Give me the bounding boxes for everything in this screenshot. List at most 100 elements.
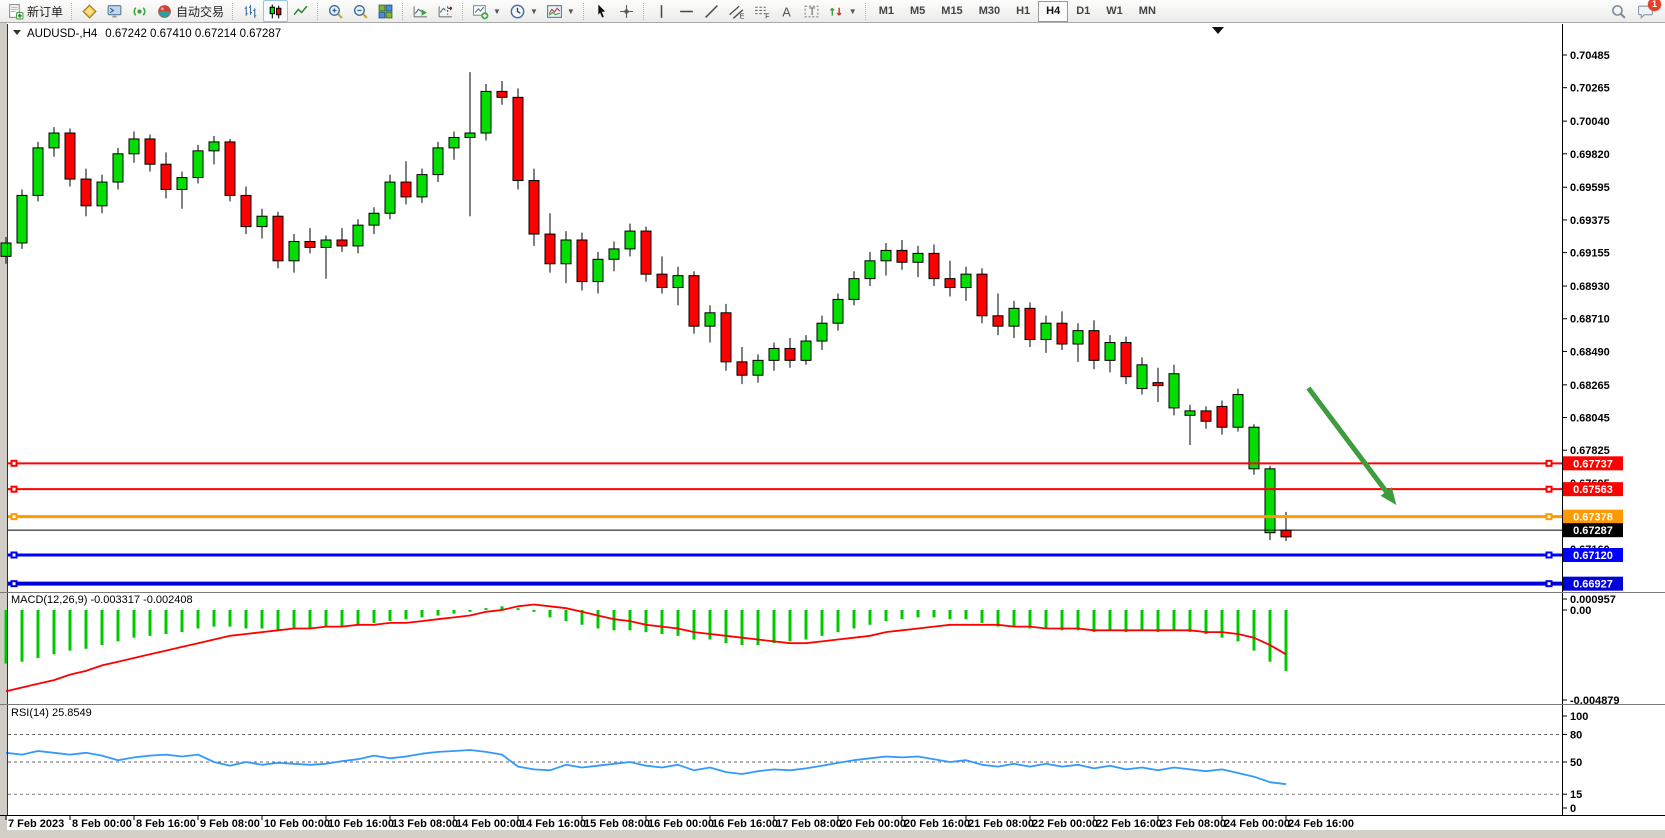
candle-up (321, 240, 331, 247)
candle-up (1233, 395, 1243, 428)
candle-down (945, 279, 955, 288)
macd-histogram-bar (1013, 610, 1016, 627)
tf-m15-button[interactable]: M15 (933, 1, 970, 22)
cursor-tool-button[interactable] (589, 0, 614, 22)
rsi-axis-label: 0 (1570, 803, 1576, 815)
tf-m5-button[interactable]: M5 (902, 1, 933, 22)
new-order-button[interactable]: 新订单 (3, 0, 67, 22)
macd-histogram-bar (309, 610, 312, 628)
rsi-axis-label: 50 (1570, 757, 1582, 769)
candle-down (1025, 308, 1035, 339)
tf-h1-button[interactable]: H1 (1008, 1, 1038, 22)
toolbar-right: 1 (1610, 3, 1662, 20)
macd-histogram-bar (709, 610, 712, 640)
candle-down (305, 241, 315, 247)
candle-down (977, 274, 987, 316)
crosshair-tool-button[interactable] (614, 0, 639, 22)
text-glyph: A (782, 4, 791, 19)
macd-histogram-bar (1157, 610, 1160, 632)
candle-down (1281, 530, 1291, 537)
price-badge-label: 0.67378 (1573, 512, 1613, 524)
tf-d1-button[interactable]: D1 (1068, 1, 1098, 22)
tile-windows-button[interactable] (373, 0, 398, 22)
candle-up (849, 279, 859, 300)
tf-m1-button[interactable]: M1 (871, 1, 902, 22)
text-tool-button[interactable]: A (774, 0, 799, 22)
candle-up (193, 151, 203, 178)
new-chart-button[interactable]: ▼ (468, 0, 505, 22)
price-axis-label: 0.69820 (1570, 149, 1610, 161)
tf-h4-button[interactable]: H4 (1038, 1, 1068, 22)
timeframe-group: M1 M5 M15 M30 H1 H4 D1 W1 MN (871, 1, 1164, 22)
macd-histogram-bar (373, 610, 376, 623)
candle-up (1169, 374, 1179, 408)
candle-chart-mode-button[interactable] (263, 0, 288, 22)
macd-histogram-bar (933, 610, 936, 617)
fibo-glyph: F (765, 13, 769, 20)
chat-button[interactable]: 1 (1637, 3, 1654, 20)
zoom-out-button[interactable] (348, 0, 373, 22)
candle-up (353, 225, 363, 246)
market-watch-button[interactable] (77, 0, 102, 22)
terminal-button[interactable] (102, 0, 127, 22)
chart-shift-button[interactable] (433, 0, 458, 22)
macd-histogram-bar (53, 610, 56, 654)
bar-chart-mode-button[interactable] (238, 0, 263, 22)
search-icon[interactable] (1610, 3, 1627, 20)
toolbar-separator (462, 3, 464, 20)
chevron-down-icon: ▼ (849, 7, 857, 16)
candle-up (113, 154, 123, 182)
candle-down (161, 164, 171, 189)
macd-histogram-bar (421, 610, 424, 617)
auto-scroll-button[interactable] (408, 0, 433, 22)
candle-up (177, 178, 187, 190)
macd-histogram-bar (133, 610, 136, 638)
chart-shift-icon (437, 3, 454, 20)
macd-histogram-bar (725, 610, 728, 643)
time-axis-label: 9 Feb 08:00 (200, 818, 260, 830)
macd-histogram-bar (181, 610, 184, 632)
macd-axis-label: -0.004879 (1570, 695, 1620, 707)
zoom-in-button[interactable] (323, 0, 348, 22)
macd-histogram-bar (1269, 610, 1272, 662)
text-label-icon: T (803, 3, 820, 20)
candle-down (1089, 331, 1099, 361)
text-label-tool-button[interactable]: T (799, 0, 824, 22)
candle-up (961, 274, 971, 287)
tf-m30-button[interactable]: M30 (971, 1, 1008, 22)
tf-mn-button[interactable]: MN (1131, 1, 1164, 22)
periods-button[interactable]: ▼ (505, 0, 542, 22)
fibonacci-tool-button[interactable]: F (749, 0, 774, 22)
macd-histogram-bar (869, 610, 872, 625)
signals-button[interactable] (127, 0, 152, 22)
macd-histogram-bar (517, 608, 520, 610)
macd-histogram-bar (773, 610, 776, 643)
horizontal-line-tool-button[interactable] (674, 0, 699, 22)
vertical-line-tool-button[interactable] (649, 0, 674, 22)
candle-down (1057, 323, 1067, 344)
arrows-tool-button[interactable]: ▼ (824, 0, 861, 22)
time-axis-label: 23 Feb 08:00 (1160, 818, 1226, 830)
macd-histogram-bar (1061, 610, 1064, 630)
candle-up (257, 216, 267, 226)
macd-histogram-bar (1253, 610, 1256, 651)
candle-down (497, 91, 507, 97)
tf-w1-button[interactable]: W1 (1098, 1, 1131, 22)
candle-up (465, 133, 475, 137)
rsi-axis-label: 100 (1570, 711, 1588, 723)
autotrading-button[interactable]: 自动交易 (152, 0, 228, 22)
time-axis-label: 16 Feb 00:00 (648, 818, 714, 830)
toolbar: 新订单 (0, 0, 1665, 23)
candle-up (881, 250, 891, 260)
tile-windows-icon (377, 3, 394, 20)
templates-button[interactable]: ▼ (542, 0, 579, 22)
price-badge-label: 0.67120 (1573, 550, 1613, 562)
macd-histogram-bar (789, 610, 792, 641)
line-chart-mode-button[interactable] (288, 0, 313, 22)
macd-histogram-bar (85, 610, 88, 649)
macd-histogram-bar (1141, 610, 1144, 630)
time-axis-label: 14 Feb 16:00 (520, 818, 586, 830)
equidistant-channel-tool-button[interactable]: E (724, 0, 749, 22)
trendline-tool-button[interactable] (699, 0, 724, 22)
zoom-in-icon (327, 3, 344, 20)
